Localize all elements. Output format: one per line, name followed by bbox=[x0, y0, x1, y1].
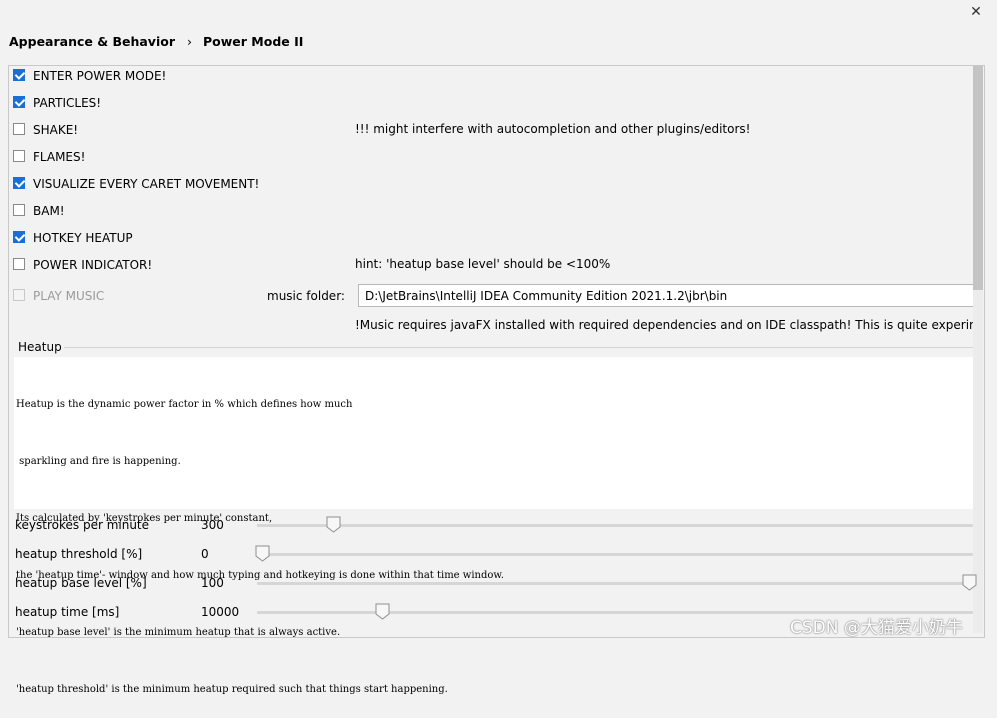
hotkey-heatup-label[interactable]: HOTKEY HEATUP bbox=[33, 231, 133, 245]
bam-label[interactable]: BAM! bbox=[33, 204, 65, 218]
keystrokes-per-minute-slider-thumb[interactable] bbox=[326, 516, 341, 533]
watermark: CSDN @大猫爱小奶牛 bbox=[790, 618, 963, 638]
power-indicator-checkbox[interactable] bbox=[13, 258, 25, 270]
play-music-checkbox bbox=[13, 289, 25, 301]
visualize-caret-checkbox[interactable] bbox=[13, 177, 25, 189]
close-button[interactable]: ✕ bbox=[966, 4, 986, 22]
hotkey-heatup-checkbox[interactable] bbox=[13, 231, 25, 243]
flames-label[interactable]: FLAMES! bbox=[33, 150, 85, 164]
heatup-time-label: heatup time [ms] bbox=[15, 605, 120, 619]
heatup-threshold-label: heatup threshold [%] bbox=[15, 547, 143, 561]
keystrokes-per-minute-label: keystrokes per minute bbox=[15, 518, 150, 532]
play-music-label: PLAY MUSIC bbox=[33, 289, 105, 303]
enter-power-mode-label[interactable]: ENTER POWER MODE! bbox=[33, 69, 166, 83]
heatup-base-level-label: heatup base level [%] bbox=[15, 576, 147, 590]
heatup-group-divider bbox=[64, 347, 973, 348]
breadcrumb-current: Power Mode II bbox=[203, 34, 304, 49]
music-folder-label: music folder: bbox=[267, 289, 345, 303]
heatup-base-level-slider-thumb[interactable] bbox=[962, 574, 977, 591]
breadcrumb-separator-icon: › bbox=[187, 34, 192, 49]
keystrokes-per-minute-value: 300 bbox=[201, 518, 224, 532]
heatup-description-line: 'heatup threshold' is the minimum heatup… bbox=[16, 684, 448, 695]
shake-label[interactable]: SHAKE! bbox=[33, 123, 78, 137]
shake-checkbox[interactable] bbox=[13, 123, 25, 135]
shake-warning: !!! might interfere with autocompletion … bbox=[355, 122, 751, 136]
music-folder-input[interactable]: D:\JetBrains\IntelliJ IDEA Community Edi… bbox=[358, 284, 973, 307]
vertical-scrollbar-thumb[interactable] bbox=[973, 66, 983, 290]
particles-checkbox[interactable] bbox=[13, 96, 25, 108]
breadcrumb-parent[interactable]: Appearance & Behavior bbox=[9, 34, 175, 49]
enter-power-mode-checkbox[interactable] bbox=[13, 69, 25, 81]
heatup-description: Heatup is the dynamic power factor in % … bbox=[14, 357, 973, 695]
heatup-time-slider-thumb[interactable] bbox=[375, 603, 390, 620]
power-indicator-label[interactable]: POWER INDICATOR! bbox=[33, 258, 152, 272]
heatup-threshold-value: 0 bbox=[201, 547, 209, 561]
heatup-base-level-slider[interactable] bbox=[257, 582, 973, 585]
bam-checkbox[interactable] bbox=[13, 204, 25, 216]
particles-label[interactable]: PARTICLES! bbox=[33, 96, 101, 110]
heatup-group-title: Heatup bbox=[18, 340, 62, 354]
flames-checkbox[interactable] bbox=[13, 150, 25, 162]
visualize-caret-label[interactable]: VISUALIZE EVERY CARET MOVEMENT! bbox=[33, 177, 259, 191]
heatup-time-value: 10000 bbox=[201, 605, 240, 619]
power-indicator-hint: hint: 'heatup base level' should be <100… bbox=[355, 257, 611, 271]
keystrokes-per-minute-slider[interactable] bbox=[257, 524, 973, 527]
heatup-base-level-value: 100 bbox=[201, 576, 224, 590]
heatup-threshold-slider-thumb[interactable] bbox=[255, 545, 270, 562]
heatup-description-line: Heatup is the dynamic power factor in % … bbox=[16, 399, 353, 410]
close-icon: ✕ bbox=[970, 4, 982, 20]
music-requirement-note: !Music requires javaFX installed with re… bbox=[355, 318, 973, 332]
heatup-description-line: sparkling and fire is happening. bbox=[16, 456, 181, 467]
breadcrumb: Appearance & Behavior › Power Mode II bbox=[9, 34, 303, 49]
heatup-threshold-slider[interactable] bbox=[257, 553, 973, 556]
